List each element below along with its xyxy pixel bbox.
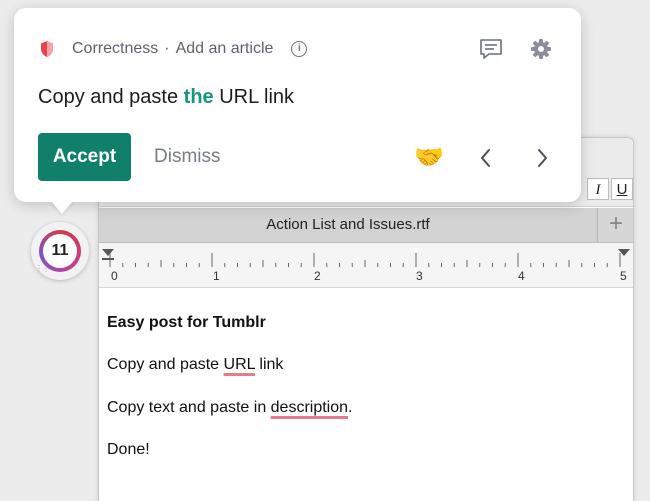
accept-button[interactable]: Accept bbox=[38, 133, 131, 181]
handshake-icon[interactable]: 🤝 bbox=[414, 143, 444, 173]
document-line: Copy and paste URL link bbox=[107, 356, 283, 374]
text-segment: Copy text and paste in bbox=[107, 399, 271, 416]
ruler-label: 2 bbox=[314, 269, 321, 283]
flagged-word[interactable]: description bbox=[271, 399, 348, 416]
ruler-label: 0 bbox=[111, 269, 118, 283]
ruler-label: 4 bbox=[518, 269, 525, 283]
tab-bar: Action List and Issues.rtf + bbox=[99, 208, 633, 243]
suggestion-text: Copy and paste the URL link bbox=[38, 86, 294, 109]
category-label: Correctness bbox=[72, 40, 159, 57]
text-segment: link bbox=[254, 356, 284, 373]
ruler[interactable]: 0 1 2 3 4 5 bbox=[99, 243, 633, 288]
screen: I U Action List and Issues.rtf + 0 1 2 3… bbox=[0, 0, 650, 501]
ruler-label: 1 bbox=[213, 269, 220, 283]
suggestion-after: URL link bbox=[213, 86, 295, 108]
document-line: Done! bbox=[107, 441, 150, 458]
text-segment: . bbox=[348, 399, 353, 416]
feedback-icon[interactable] bbox=[478, 36, 504, 62]
issue-count: 11 bbox=[43, 234, 77, 268]
flagged-word[interactable]: URL bbox=[224, 356, 255, 373]
card-pointer bbox=[50, 200, 74, 214]
suggestion-before: Copy and paste bbox=[38, 86, 184, 108]
ruler-label: 5 bbox=[620, 269, 627, 283]
chevron-left-icon[interactable] bbox=[474, 144, 498, 172]
underline-button[interactable]: U bbox=[611, 178, 633, 200]
grammarly-button[interactable]: 11 ⋮⋮ bbox=[31, 222, 89, 280]
card-title: Add an article bbox=[175, 40, 274, 57]
drag-handle-icon[interactable]: ⋮⋮ bbox=[35, 265, 50, 276]
suggestion-card: Correctness · Add an article i Copy and … bbox=[14, 8, 581, 214]
inserted-word: the bbox=[183, 86, 214, 108]
new-tab-button[interactable]: + bbox=[599, 208, 633, 242]
document-line: Copy text and paste in description. bbox=[107, 399, 352, 417]
dismiss-button[interactable]: Dismiss bbox=[154, 133, 221, 181]
italic-button[interactable]: I bbox=[587, 178, 609, 200]
header-separator: · bbox=[164, 40, 170, 57]
shield-icon bbox=[41, 41, 53, 57]
gear-icon[interactable] bbox=[528, 36, 554, 62]
info-icon[interactable]: i bbox=[291, 41, 308, 57]
chevron-right-icon[interactable] bbox=[530, 144, 554, 172]
ruler-label: 3 bbox=[416, 269, 423, 283]
text-segment: Copy and paste bbox=[107, 356, 224, 373]
ruler-ticks bbox=[102, 249, 630, 267]
document-heading: Easy post for Tumblr bbox=[107, 314, 266, 331]
card-header: Correctness · Add an article i bbox=[40, 38, 308, 60]
document-tab[interactable]: Action List and Issues.rtf bbox=[99, 208, 598, 242]
